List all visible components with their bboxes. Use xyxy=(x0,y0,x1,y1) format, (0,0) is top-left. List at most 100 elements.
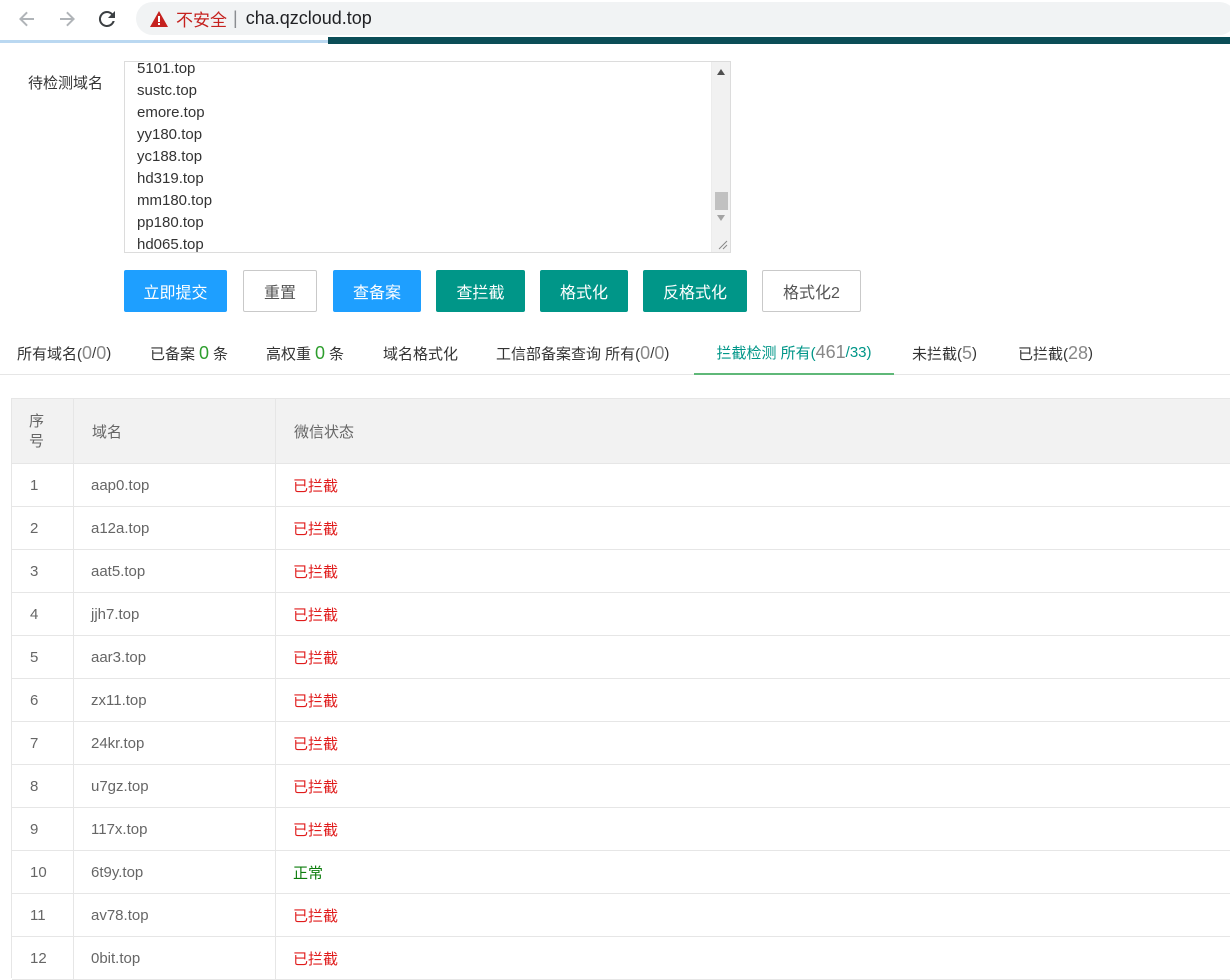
textarea-line: sustc.top xyxy=(137,82,198,99)
cell-index: 5 xyxy=(30,649,39,666)
tab-close-paren: ) xyxy=(106,345,112,362)
table-row: 8 u7gz.top 已拦截 xyxy=(12,765,1230,808)
tab-count: 28 xyxy=(1068,343,1089,363)
url-separator: | xyxy=(233,8,238,28)
textarea-line: hd065.top xyxy=(137,236,204,253)
forward-icon[interactable] xyxy=(54,6,80,32)
tab-count: 0 xyxy=(82,343,93,363)
tab-close-paren: ) xyxy=(1088,345,1094,362)
tab-unit: 条 xyxy=(329,346,345,363)
textarea-scrollbar[interactable] xyxy=(711,62,730,252)
submit-button[interactable]: 立即提交 xyxy=(124,270,227,312)
reset-button[interactable]: 重置 xyxy=(243,270,317,312)
format-button[interactable]: 格式化 xyxy=(540,270,628,312)
back-icon[interactable] xyxy=(14,6,40,32)
cell-index: 9 xyxy=(30,821,39,838)
cell-wechat-status: 已拦截 xyxy=(293,951,339,968)
textarea-line: 5101.top xyxy=(137,61,196,77)
cell-domain: u7gz.top xyxy=(91,778,149,795)
check-icp-button[interactable]: 查备案 xyxy=(333,270,421,312)
table-row: 10 6t9y.top 正常 xyxy=(12,851,1230,894)
cell-domain: jjh7.top xyxy=(91,606,140,623)
cell-wechat-status: 已拦截 xyxy=(293,822,339,839)
domain-input-label: 待检测域名 xyxy=(28,75,104,92)
cell-index: 4 xyxy=(30,606,39,623)
insecure-label: 不安全 xyxy=(176,11,227,30)
textarea-line: emore.top xyxy=(137,104,205,121)
cell-index: 3 xyxy=(30,563,39,580)
tab-label: 拦截检测 所有( xyxy=(716,345,816,362)
unformat-button[interactable]: 反格式化 xyxy=(643,270,747,312)
tab-close-paren: ) xyxy=(866,344,872,361)
tab-label: 高权重 xyxy=(266,346,312,363)
url-text: cha.qzcloud.top xyxy=(245,8,372,28)
scroll-down-icon[interactable] xyxy=(717,215,725,221)
table-row: 3 aat5.top 已拦截 xyxy=(12,550,1230,593)
cell-wechat-status: 已拦截 xyxy=(293,521,339,538)
tab-miit[interactable]: 工信部备案查询 所有(0/0) xyxy=(496,332,669,375)
cell-wechat-status: 正常 xyxy=(293,865,324,882)
cell-domain: 0bit.top xyxy=(91,950,141,967)
check-block-button[interactable]: 查拦截 xyxy=(436,270,525,312)
tab-high-weight[interactable]: 高权重 0 条 xyxy=(266,332,344,375)
cell-index: 7 xyxy=(30,735,39,752)
tab-domain-format[interactable]: 域名格式化 xyxy=(383,332,458,375)
cell-wechat-status: 已拦截 xyxy=(293,693,339,710)
tab-label: 已备案 xyxy=(150,346,196,363)
textarea-line: hd319.top xyxy=(137,170,204,187)
tab-unit: 条 xyxy=(213,346,229,363)
address-bar[interactable]: 不安全 | cha.qzcloud.top xyxy=(136,2,1230,35)
tab-count: 0 xyxy=(640,343,651,363)
cell-domain: av78.top xyxy=(91,907,149,924)
textarea-content: 5101.top sustc.top emore.top yy180.top y… xyxy=(137,61,213,253)
tab-block-check[interactable]: 拦截检测 所有(461/33) xyxy=(694,332,894,375)
format2-button[interactable]: 格式化2 xyxy=(762,270,861,312)
tab-count: 0 xyxy=(199,343,210,363)
header-index: 序 号 xyxy=(29,399,44,464)
table-row: 7 24kr.top 已拦截 xyxy=(12,722,1230,765)
cell-domain: zx11.top xyxy=(91,692,147,709)
tab-count: 5 xyxy=(962,343,973,363)
cell-index: 6 xyxy=(30,692,39,709)
cell-index: 12 xyxy=(30,950,47,967)
tab-label: 已拦截( xyxy=(1018,346,1068,363)
header-index-line2: 号 xyxy=(29,432,45,450)
textarea-line: yc188.top xyxy=(137,148,203,165)
tab-close-paren: ) xyxy=(972,345,978,362)
cell-domain: 6t9y.top xyxy=(91,864,144,881)
cell-index: 1 xyxy=(30,477,39,494)
reload-icon[interactable] xyxy=(94,6,120,32)
tab-close-paren: ) xyxy=(664,345,670,362)
cell-domain: a12a.top xyxy=(91,520,150,537)
cell-index: 11 xyxy=(30,907,46,924)
cell-domain: aar3.top xyxy=(91,649,147,666)
cell-index: 8 xyxy=(30,778,39,795)
tab-not-blocked[interactable]: 未拦截(5) xyxy=(912,332,977,375)
table-row: 2 a12a.top 已拦截 xyxy=(12,507,1230,550)
tab-icp[interactable]: 已备案 0 条 xyxy=(150,332,228,375)
resize-grip-icon[interactable] xyxy=(716,238,728,250)
cell-wechat-status: 已拦截 xyxy=(293,478,339,495)
cell-index: 10 xyxy=(30,864,47,881)
scroll-up-icon[interactable] xyxy=(717,69,725,75)
domain-textarea[interactable]: 5101.top sustc.top emore.top yy180.top y… xyxy=(124,61,731,253)
textarea-line: mm180.top xyxy=(137,192,213,209)
scroll-thumb[interactable] xyxy=(715,192,728,210)
table-row: 5 aar3.top 已拦截 xyxy=(12,636,1230,679)
tab-total: 0 xyxy=(96,343,107,363)
textarea-line: pp180.top xyxy=(137,214,204,231)
tab-all-domains[interactable]: 所有域名(0/0) xyxy=(17,332,111,375)
cell-domain: 117x.top xyxy=(91,821,148,838)
cell-domain: aap0.top xyxy=(91,477,150,494)
tab-label: 未拦截( xyxy=(912,346,962,363)
load-progress xyxy=(0,40,328,43)
tab-total: 0 xyxy=(654,343,665,363)
tab-blocked[interactable]: 已拦截(28) xyxy=(1018,332,1093,375)
tab-count: 0 xyxy=(315,343,326,363)
tab-label: 所有域名( xyxy=(17,346,82,363)
table-row: 4 jjh7.top 已拦截 xyxy=(12,593,1230,636)
result-table: 序 号 域名 微信状态 1 aap0.top 已拦截 2 a12a.top 已拦截 3 aat… xyxy=(11,398,1230,980)
toolbar-surface: 不安全 | cha.qzcloud.top xyxy=(0,0,1230,37)
table-header: 序 号 域名 微信状态 xyxy=(12,399,1230,464)
table-row: 6 zx11.top 已拦截 xyxy=(12,679,1230,722)
